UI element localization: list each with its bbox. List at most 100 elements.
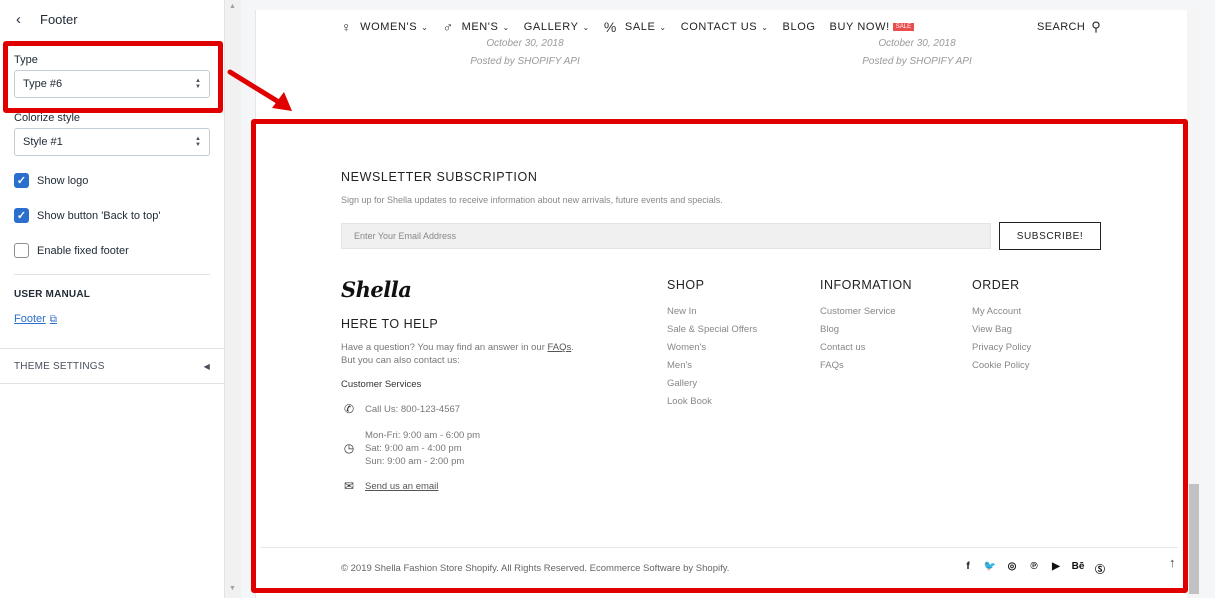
copyright-text: © 2019 Shella Fashion Store Shopify. All… bbox=[341, 563, 730, 574]
instagram-icon[interactable]: ◎ bbox=[1001, 561, 1023, 576]
post-author: Posted by SHOPIFY API bbox=[470, 56, 580, 67]
footer-divider bbox=[260, 547, 1178, 548]
percent-icon: % bbox=[603, 19, 617, 35]
back-arrow-icon[interactable]: ‹ bbox=[16, 11, 34, 28]
nav-item-womens[interactable]: ♀ WOMEN'S ⌄ bbox=[341, 19, 428, 35]
help-title: HERE TO HELP bbox=[341, 317, 439, 331]
column-title: SHOP bbox=[667, 278, 705, 292]
checkbox-label: Show button 'Back to top' bbox=[37, 209, 161, 222]
pinterest-icon[interactable]: ℗ bbox=[1023, 561, 1045, 576]
nav-item-sale[interactable]: % SALE ⌄ bbox=[604, 19, 667, 35]
footer-link[interactable]: Blog bbox=[820, 321, 912, 339]
contact-email: ✉ Send us an email bbox=[341, 480, 438, 493]
post-date: October 30, 2018 bbox=[878, 38, 956, 49]
nav-label: MEN'S bbox=[461, 21, 499, 33]
search-button[interactable]: SEARCH ⚲ bbox=[1037, 19, 1101, 35]
footer-manual-link-text[interactable]: Footer bbox=[14, 313, 46, 325]
contact-phone: ✆ Call Us: 800-123-4567 bbox=[341, 403, 460, 416]
nav-item-mens[interactable]: ♂ MEN'S ⌄ bbox=[442, 19, 509, 35]
search-label: SEARCH bbox=[1037, 21, 1086, 33]
hours-line: Sun: 9:00 am - 2:00 pm bbox=[365, 456, 465, 467]
column-title: ORDER bbox=[972, 278, 1020, 292]
type-select-value: Type #6 bbox=[23, 78, 63, 90]
checkbox-unchecked-icon[interactable] bbox=[14, 243, 29, 258]
twitter-icon[interactable]: 🐦 bbox=[979, 561, 1001, 576]
colorize-select[interactable]: Style #1 ▲ ▼ bbox=[14, 128, 210, 156]
chevron-down-icon: ⌄ bbox=[421, 22, 429, 32]
user-manual-heading: USER MANUAL bbox=[14, 289, 91, 300]
faqs-link[interactable]: FAQs bbox=[548, 342, 572, 353]
theme-settings-toggle[interactable]: THEME SETTINGS ◀ bbox=[0, 348, 224, 384]
chevron-down-icon: ⌄ bbox=[659, 22, 667, 32]
contact-hours: ◷ Mon-Fri: 9:00 am - 6:00 pm Sat: 9:00 a… bbox=[341, 429, 480, 468]
footer-link[interactable]: My Account bbox=[972, 303, 1031, 321]
footer-col-shop: SHOP New In Sale & Special Offers Women'… bbox=[667, 278, 757, 411]
footer-link[interactable]: New In bbox=[667, 303, 757, 321]
footer-link[interactable]: FAQs bbox=[820, 357, 912, 375]
newsletter-email-input[interactable]: Enter Your Email Address bbox=[341, 223, 991, 249]
footer-link[interactable]: Look Book bbox=[667, 393, 757, 411]
footer-link[interactable]: Sale & Special Offers bbox=[667, 321, 757, 339]
main-nav: ♀ WOMEN'S ⌄ ♂ MEN'S ⌄ GALLERY ⌄ % SALE ⌄… bbox=[341, 17, 928, 37]
mail-icon: ✉ bbox=[343, 479, 355, 493]
nav-item-contact[interactable]: CONTACT US ⌄ bbox=[681, 21, 769, 33]
nav-label: GALLERY bbox=[523, 21, 579, 33]
nav-item-gallery[interactable]: GALLERY ⌄ bbox=[524, 21, 590, 33]
nav-label: BLOG bbox=[782, 21, 816, 33]
footer-link[interactable]: Customer Service bbox=[820, 303, 912, 321]
help-text: Have a question? You may find an answer … bbox=[341, 341, 621, 367]
phone-icon: ✆ bbox=[343, 402, 355, 416]
footer-link[interactable]: Cookie Policy bbox=[972, 357, 1031, 375]
checkbox-show-logo[interactable]: ✓ Show logo bbox=[0, 163, 224, 198]
nav-label: BUY NOW! bbox=[829, 21, 890, 33]
caret-left-icon: ◀ bbox=[203, 361, 210, 371]
man-icon: ♂ bbox=[442, 19, 454, 35]
colorize-select-value: Style #1 bbox=[23, 136, 63, 148]
post-date: October 30, 2018 bbox=[486, 38, 564, 49]
checkbox-fixed-footer[interactable]: Enable fixed footer bbox=[0, 233, 224, 268]
sale-badge: SALE bbox=[892, 23, 915, 31]
footer-link[interactable]: Gallery bbox=[667, 375, 757, 393]
skype-icon[interactable]: Ⓢ bbox=[1089, 561, 1111, 576]
subscribe-button[interactable]: SUBSCRIBE! bbox=[999, 222, 1101, 250]
facebook-icon[interactable]: f bbox=[957, 561, 979, 576]
nav-item-blog[interactable]: BLOG bbox=[783, 21, 816, 33]
external-link-icon: ⧉ bbox=[49, 313, 57, 325]
help-text-line: Have a question? You may find an answer … bbox=[341, 342, 548, 353]
select-updown-icon: ▲ ▼ bbox=[195, 136, 201, 148]
woman-icon: ♀ bbox=[341, 19, 353, 35]
sidebar-header: ‹ Footer bbox=[0, 0, 224, 38]
email-placeholder: Enter Your Email Address bbox=[354, 231, 457, 241]
nav-item-buy-now[interactable]: BUY NOW! SALE bbox=[830, 21, 915, 33]
footer-link[interactable]: Women's bbox=[667, 339, 757, 357]
nav-label: CONTACT US bbox=[680, 21, 758, 33]
behance-icon[interactable]: Bē bbox=[1067, 561, 1089, 576]
newsletter-title: NEWSLETTER SUBSCRIPTION bbox=[341, 170, 538, 184]
footer-col-information: INFORMATION Customer Service Blog Contac… bbox=[820, 278, 912, 375]
youtube-icon[interactable]: ▶ bbox=[1045, 561, 1067, 576]
footer-link[interactable]: Contact us bbox=[820, 339, 912, 357]
annotation-arrow-icon bbox=[227, 69, 292, 111]
checkbox-label: Enable fixed footer bbox=[37, 244, 129, 257]
checkbox-checked-icon[interactable]: ✓ bbox=[14, 208, 29, 223]
scroll-down-icon[interactable]: ▼ bbox=[229, 585, 236, 592]
hours-text: Mon-Fri: 9:00 am - 6:00 pm Sat: 9:00 am … bbox=[365, 429, 480, 468]
footer-link[interactable]: Privacy Policy bbox=[972, 339, 1031, 357]
checkbox-checked-icon[interactable]: ✓ bbox=[14, 173, 29, 188]
search-icon: ⚲ bbox=[1091, 19, 1102, 34]
email-link[interactable]: Send us an email bbox=[365, 480, 438, 493]
preview-scrollbar[interactable] bbox=[1187, 10, 1201, 598]
footer-logo[interactable]: Shella bbox=[341, 277, 412, 302]
colorize-label: Colorize style bbox=[14, 112, 81, 124]
phone-text: Call Us: 800-123-4567 bbox=[365, 404, 461, 415]
scroll-up-icon[interactable]: ▲ bbox=[229, 3, 236, 10]
newsletter-subtitle: Sign up for Shella updates to receive in… bbox=[341, 195, 723, 205]
checkbox-back-to-top[interactable]: ✓ Show button 'Back to top' bbox=[0, 198, 224, 233]
footer-manual-link[interactable]: Footer ⧉ bbox=[0, 313, 224, 325]
type-select[interactable]: Type #6 ▲ ▼ bbox=[14, 70, 210, 98]
back-to-top-icon[interactable]: ↑ bbox=[1169, 555, 1176, 570]
footer-link[interactable]: View Bag bbox=[972, 321, 1031, 339]
scrollbar-thumb[interactable] bbox=[1189, 484, 1199, 594]
hours-line: Mon-Fri: 9:00 am - 6:00 pm bbox=[365, 430, 481, 441]
footer-link[interactable]: Men's bbox=[667, 357, 757, 375]
